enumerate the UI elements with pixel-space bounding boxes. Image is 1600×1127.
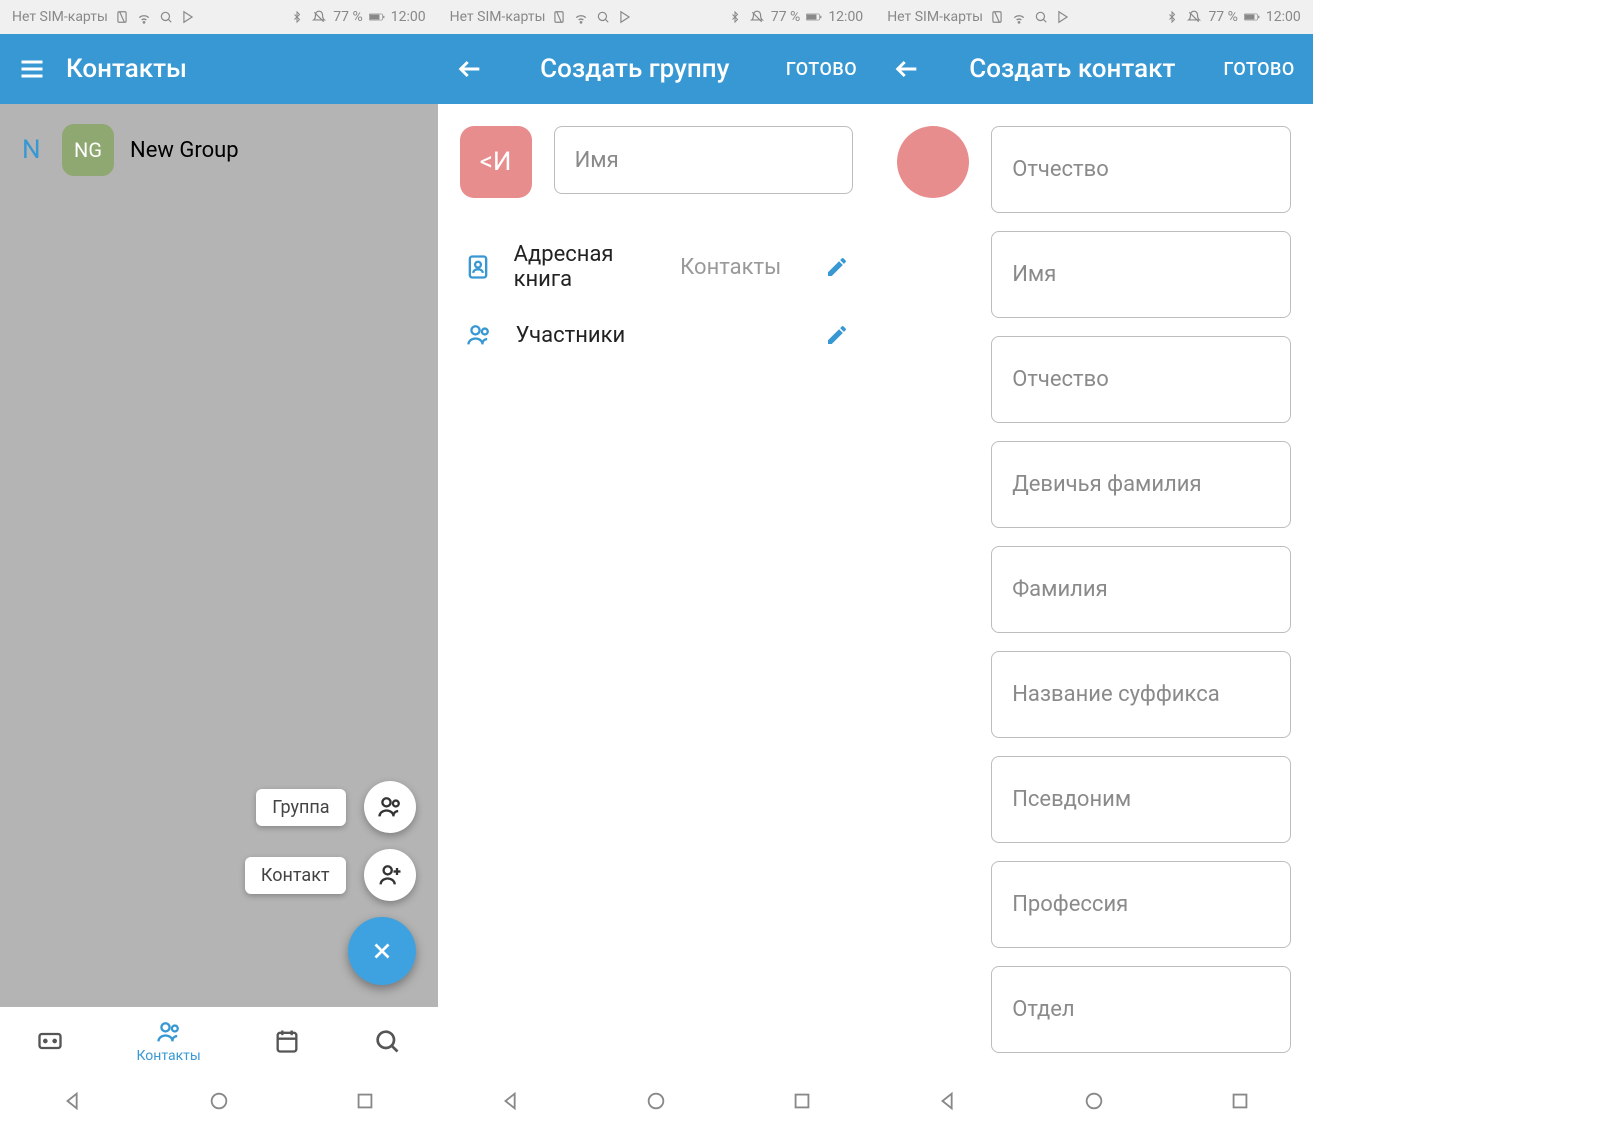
back-icon[interactable] [893,55,921,83]
fab-contact-button[interactable] [364,849,416,901]
status-bar: Нет SIM-карты 77 % [0,0,438,34]
nav-calendar[interactable] [273,1027,301,1055]
sim-status: Нет SIM-карты [12,9,108,25]
group-avatar-picker[interactable]: <И [460,126,532,198]
contact-field-input[interactable]: Отдел [991,966,1291,1053]
screen-create-contact: Нет SIM-карты 77 % 12:00 Создать контакт… [875,0,1313,1127]
play-icon [180,9,196,25]
bluetooth-icon [289,9,305,25]
sim-icon [551,9,567,25]
status-bar: Нет SIM-карты 77 % 12:00 [438,0,876,34]
back-icon[interactable] [456,55,484,83]
addressbook-row[interactable]: Адресная книга Контакты [460,228,854,306]
app-bar: Создать контакт ГОТОВО [875,34,1313,104]
participants-icon [464,320,494,350]
participants-label: Участники [516,323,626,348]
fab-close-button[interactable] [348,917,416,985]
addressbook-icon [464,252,492,282]
contact-field-input[interactable]: Фамилия [991,546,1291,633]
contact-field-input[interactable]: Имя [991,231,1291,318]
page-title: Создать группу [504,54,766,84]
nav-contacts[interactable]: Контакты [136,1018,200,1064]
addressbook-label: Адресная книга [514,242,653,292]
bluetooth-icon [1164,9,1180,25]
contact-field-input[interactable]: Отчество [991,126,1291,213]
clock: 12:00 [391,9,426,25]
bluetooth-icon [727,9,743,25]
sys-recent[interactable] [1229,1090,1251,1112]
sys-home[interactable] [208,1090,230,1112]
fab-menu: Группа Контакт [245,781,416,985]
participants-row[interactable]: Участники [460,306,854,364]
wifi-icon [573,9,589,25]
contact-field-input[interactable]: Псевдоним [991,756,1291,843]
search-status-icon [158,9,174,25]
battery-icon [369,9,385,25]
wifi-icon [136,9,152,25]
done-button[interactable]: ГОТОВО [1223,59,1294,80]
dnd-icon [1186,9,1202,25]
app-bar: Создать группу ГОТОВО [438,34,876,104]
group-name-input[interactable]: Имя [554,126,854,194]
create-contact-form: Отчество Имя Отчество Девичья фамилия Фамили… [875,104,1313,1075]
contact-avatar-picker[interactable] [897,126,969,1053]
nav-search[interactable] [373,1027,401,1055]
system-nav [438,1075,876,1127]
system-nav [0,1075,438,1127]
list-item[interactable]: N NG New Group [0,104,438,196]
sim-status: Нет SIM-карты [887,9,983,25]
screen-contacts: Нет SIM-карты 77 % [0,0,438,1127]
search-status-icon [1033,9,1049,25]
fab-contact-label: Контакт [245,857,346,894]
system-nav [875,1075,1313,1127]
sys-back[interactable] [500,1090,522,1112]
clock: 12:00 [1266,9,1301,25]
edit-icon[interactable] [825,255,849,279]
section-letter: N [22,135,46,165]
sys-home[interactable] [1083,1090,1105,1112]
sim-icon [989,9,1005,25]
page-title: Создать контакт [941,54,1203,84]
group-avatar: NG [62,124,114,176]
page-title: Контакты [66,54,420,84]
sim-icon [114,9,130,25]
contact-name: New Group [130,138,239,163]
play-icon [617,9,633,25]
clock: 12:00 [828,9,863,25]
fab-group-button[interactable] [364,781,416,833]
contact-field-input[interactable]: Девичья фамилия [991,441,1291,528]
dnd-icon [311,9,327,25]
create-group-form: <И Имя Адресная книга Контакты [438,104,876,1075]
battery-pct: 77 % [333,9,362,25]
sim-status: Нет SIM-карты [450,9,546,25]
contact-field-input[interactable]: Отчество [991,336,1291,423]
sys-back[interactable] [937,1090,959,1112]
play-icon [1055,9,1071,25]
fab-group-label: Группа [256,789,345,826]
contacts-list: N NG New Group Группа Контакт [0,104,438,1007]
dnd-icon [749,9,765,25]
sys-recent[interactable] [791,1090,813,1112]
contact-field-input[interactable]: Профессия [991,861,1291,948]
nav-chat[interactable] [36,1027,64,1055]
status-bar: Нет SIM-карты 77 % 12:00 [875,0,1313,34]
edit-icon[interactable] [825,323,849,347]
sys-home[interactable] [645,1090,667,1112]
battery-pct: 77 % [771,9,800,25]
done-button[interactable]: ГОТОВО [786,59,857,80]
search-status-icon [595,9,611,25]
battery-icon [1244,9,1260,25]
battery-icon [806,9,822,25]
menu-icon[interactable] [18,55,46,83]
sys-recent[interactable] [354,1090,376,1112]
addressbook-value: Контакты [680,255,781,280]
sys-back[interactable] [62,1090,84,1112]
contact-field-input[interactable]: Название суффикса [991,651,1291,738]
app-bar: Контакты [0,34,438,104]
wifi-icon [1011,9,1027,25]
battery-pct: 77 % [1208,9,1237,25]
bottom-nav: Контакты [0,1007,438,1075]
screen-create-group: Нет SIM-карты 77 % 12:00 Создать группу … [438,0,876,1127]
